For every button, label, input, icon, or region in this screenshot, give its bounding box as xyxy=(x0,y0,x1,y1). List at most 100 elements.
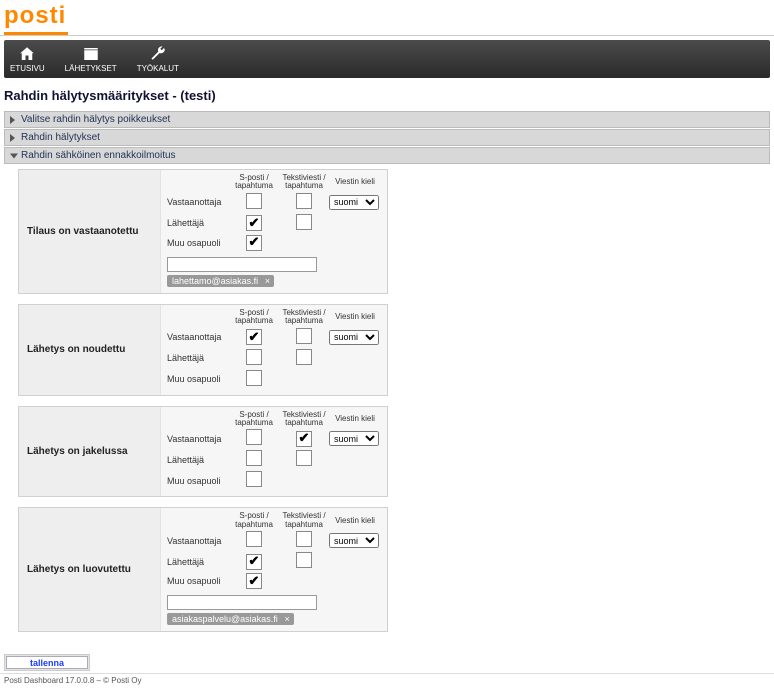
accordion-label: Rahdin sähköinen ennakkoilmoitus xyxy=(21,150,176,161)
row-label: Muu osapuoli xyxy=(167,576,229,586)
event-title: Lähetys on luovutettu xyxy=(19,508,161,631)
event-grid: S-posti /tapahtuma Tekstiviesti /tapahtu… xyxy=(161,305,387,395)
col-sms-header: Tekstiviesti /tapahtuma xyxy=(279,309,329,326)
col-lang-header: Viestin kieli xyxy=(329,415,381,423)
checkbox[interactable] xyxy=(296,328,312,344)
checkbox[interactable] xyxy=(246,349,262,365)
row-label: Vastaanottaja xyxy=(167,332,229,342)
checkbox[interactable] xyxy=(296,531,312,547)
accordion-alerts[interactable]: Rahdin hälytykset xyxy=(4,129,770,146)
checkbox[interactable] xyxy=(246,531,262,547)
email-chip-text: lahettamo@asiakas.fi xyxy=(172,276,258,286)
header-row: S-posti /tapahtuma Tekstiviesti /tapahtu… xyxy=(167,512,381,529)
checkbox[interactable] xyxy=(296,552,312,568)
extra-email-input[interactable] xyxy=(167,595,317,610)
accordion-exceptions[interactable]: Valitse rahdin hälytys poikkeukset xyxy=(4,111,770,128)
row-sender: Lähettäjä xyxy=(167,214,381,233)
checkbox[interactable] xyxy=(246,429,262,445)
accordion-preadvice[interactable]: Rahdin sähköinen ennakkoilmoitus xyxy=(4,147,770,164)
row-label: Lähettäjä xyxy=(167,455,229,465)
row-sender: Lähettäjä xyxy=(167,349,381,368)
header-row: S-posti /tapahtuma Tekstiviesti /tapahtu… xyxy=(167,411,381,428)
wrench-icon xyxy=(148,45,168,63)
row-other: Muu osapuoli xyxy=(167,370,381,389)
checkbox[interactable] xyxy=(246,193,262,209)
row-sender: Lähettäjä xyxy=(167,450,381,469)
row-label: Lähettäjä xyxy=(167,218,229,228)
language-select[interactable]: suomi xyxy=(329,533,379,548)
event-block-picked_up: Lähetys on noudettu S-posti /tapahtuma T… xyxy=(18,304,388,396)
row-other: Muu osapuoli xyxy=(167,573,381,589)
nav-label: ETUSIVU xyxy=(10,64,45,73)
checkbox[interactable] xyxy=(246,554,262,570)
col-email-header: S-posti /tapahtuma xyxy=(229,512,279,529)
col-email-header: S-posti /tapahtuma xyxy=(229,411,279,428)
col-lang-header: Viestin kieli xyxy=(329,517,381,525)
checkbox[interactable] xyxy=(296,214,312,230)
checkbox[interactable] xyxy=(296,431,312,447)
row-other: Muu osapuoli xyxy=(167,235,381,251)
home-icon xyxy=(17,45,37,63)
page-title: Rahdin hälytysmääritykset - (testi) xyxy=(0,82,774,111)
row-label: Lähettäjä xyxy=(167,353,229,363)
checkbox[interactable] xyxy=(246,471,262,487)
col-email-header: S-posti /tapahtuma xyxy=(229,309,279,326)
nav-label: LÄHETYKSET xyxy=(65,64,117,73)
row-sender: Lähettäjä xyxy=(167,552,381,571)
event-title: Lähetys on noudettu xyxy=(19,305,161,395)
event-block-received: Tilaus on vastaanotettu S-posti /tapahtu… xyxy=(18,169,388,294)
nav-label: TYÖKALUT xyxy=(137,64,179,73)
col-sms-header: Tekstiviesti /tapahtuma xyxy=(279,512,329,529)
language-select[interactable]: suomi xyxy=(329,195,379,210)
main-nav: ETUSIVU LÄHETYKSET TYÖKALUT xyxy=(4,40,770,78)
col-sms-header: Tekstiviesti /tapahtuma xyxy=(279,411,329,428)
accordion-label: Rahdin hälytykset xyxy=(21,132,100,143)
save-button[interactable]: tallenna xyxy=(6,656,88,669)
language-select[interactable]: suomi xyxy=(329,330,379,345)
checkbox[interactable] xyxy=(246,329,262,345)
event-title: Lähetys on jakelussa xyxy=(19,407,161,497)
language-select[interactable]: suomi xyxy=(329,431,379,446)
checkbox[interactable] xyxy=(246,370,262,386)
top-bar: posti xyxy=(0,0,774,36)
event-title: Tilaus on vastaanotettu xyxy=(19,170,161,293)
event-block-in_delivery: Lähetys on jakelussa S-posti /tapahtuma … xyxy=(18,406,388,498)
row-label: Vastaanottaja xyxy=(167,434,229,444)
row-recipient: Vastaanottaja suomi xyxy=(167,328,381,347)
row-label: Muu osapuoli xyxy=(167,476,229,486)
col-lang-header: Viestin kieli xyxy=(329,313,381,321)
checkbox[interactable] xyxy=(246,235,262,251)
checkbox[interactable] xyxy=(296,349,312,365)
col-email-header: S-posti /tapahtuma xyxy=(229,174,279,191)
checkbox[interactable] xyxy=(246,215,262,231)
checkbox[interactable] xyxy=(296,450,312,466)
remove-chip-icon[interactable]: × xyxy=(284,614,289,624)
nav-tools[interactable]: TYÖKALUT xyxy=(137,45,179,73)
row-recipient: Vastaanottaja suomi xyxy=(167,429,381,448)
box-icon xyxy=(81,45,101,63)
col-sms-header: Tekstiviesti /tapahtuma xyxy=(279,174,329,191)
remove-chip-icon[interactable]: × xyxy=(265,276,270,286)
row-label: Muu osapuoli xyxy=(167,238,229,248)
row-other: Muu osapuoli xyxy=(167,471,381,490)
extra-email-input[interactable] xyxy=(167,257,317,272)
event-block-delivered: Lähetys on luovutettu S-posti /tapahtuma… xyxy=(18,507,388,632)
nav-shipments[interactable]: LÄHETYKSET xyxy=(65,45,117,73)
header-row: S-posti /tapahtuma Tekstiviesti /tapahtu… xyxy=(167,309,381,326)
row-label: Vastaanottaja xyxy=(167,536,229,546)
checkbox[interactable] xyxy=(296,193,312,209)
row-recipient: Vastaanottaja suomi xyxy=(167,193,381,212)
event-grid: S-posti /tapahtuma Tekstiviesti /tapahtu… xyxy=(161,508,387,631)
checkbox[interactable] xyxy=(246,573,262,589)
header-row: S-posti /tapahtuma Tekstiviesti /tapahtu… xyxy=(167,174,381,191)
row-label: Muu osapuoli xyxy=(167,374,229,384)
accordion-preadvice-body: Tilaus on vastaanotettu S-posti /tapahtu… xyxy=(4,165,770,646)
row-recipient: Vastaanottaja suomi xyxy=(167,531,381,550)
brand-logo: posti xyxy=(4,2,66,36)
col-lang-header: Viestin kieli xyxy=(329,178,381,186)
row-label: Lähettäjä xyxy=(167,557,229,567)
email-chip: lahettamo@asiakas.fi × xyxy=(167,275,274,287)
brand-name: posti xyxy=(4,2,66,29)
nav-home[interactable]: ETUSIVU xyxy=(10,45,45,73)
checkbox[interactable] xyxy=(246,450,262,466)
